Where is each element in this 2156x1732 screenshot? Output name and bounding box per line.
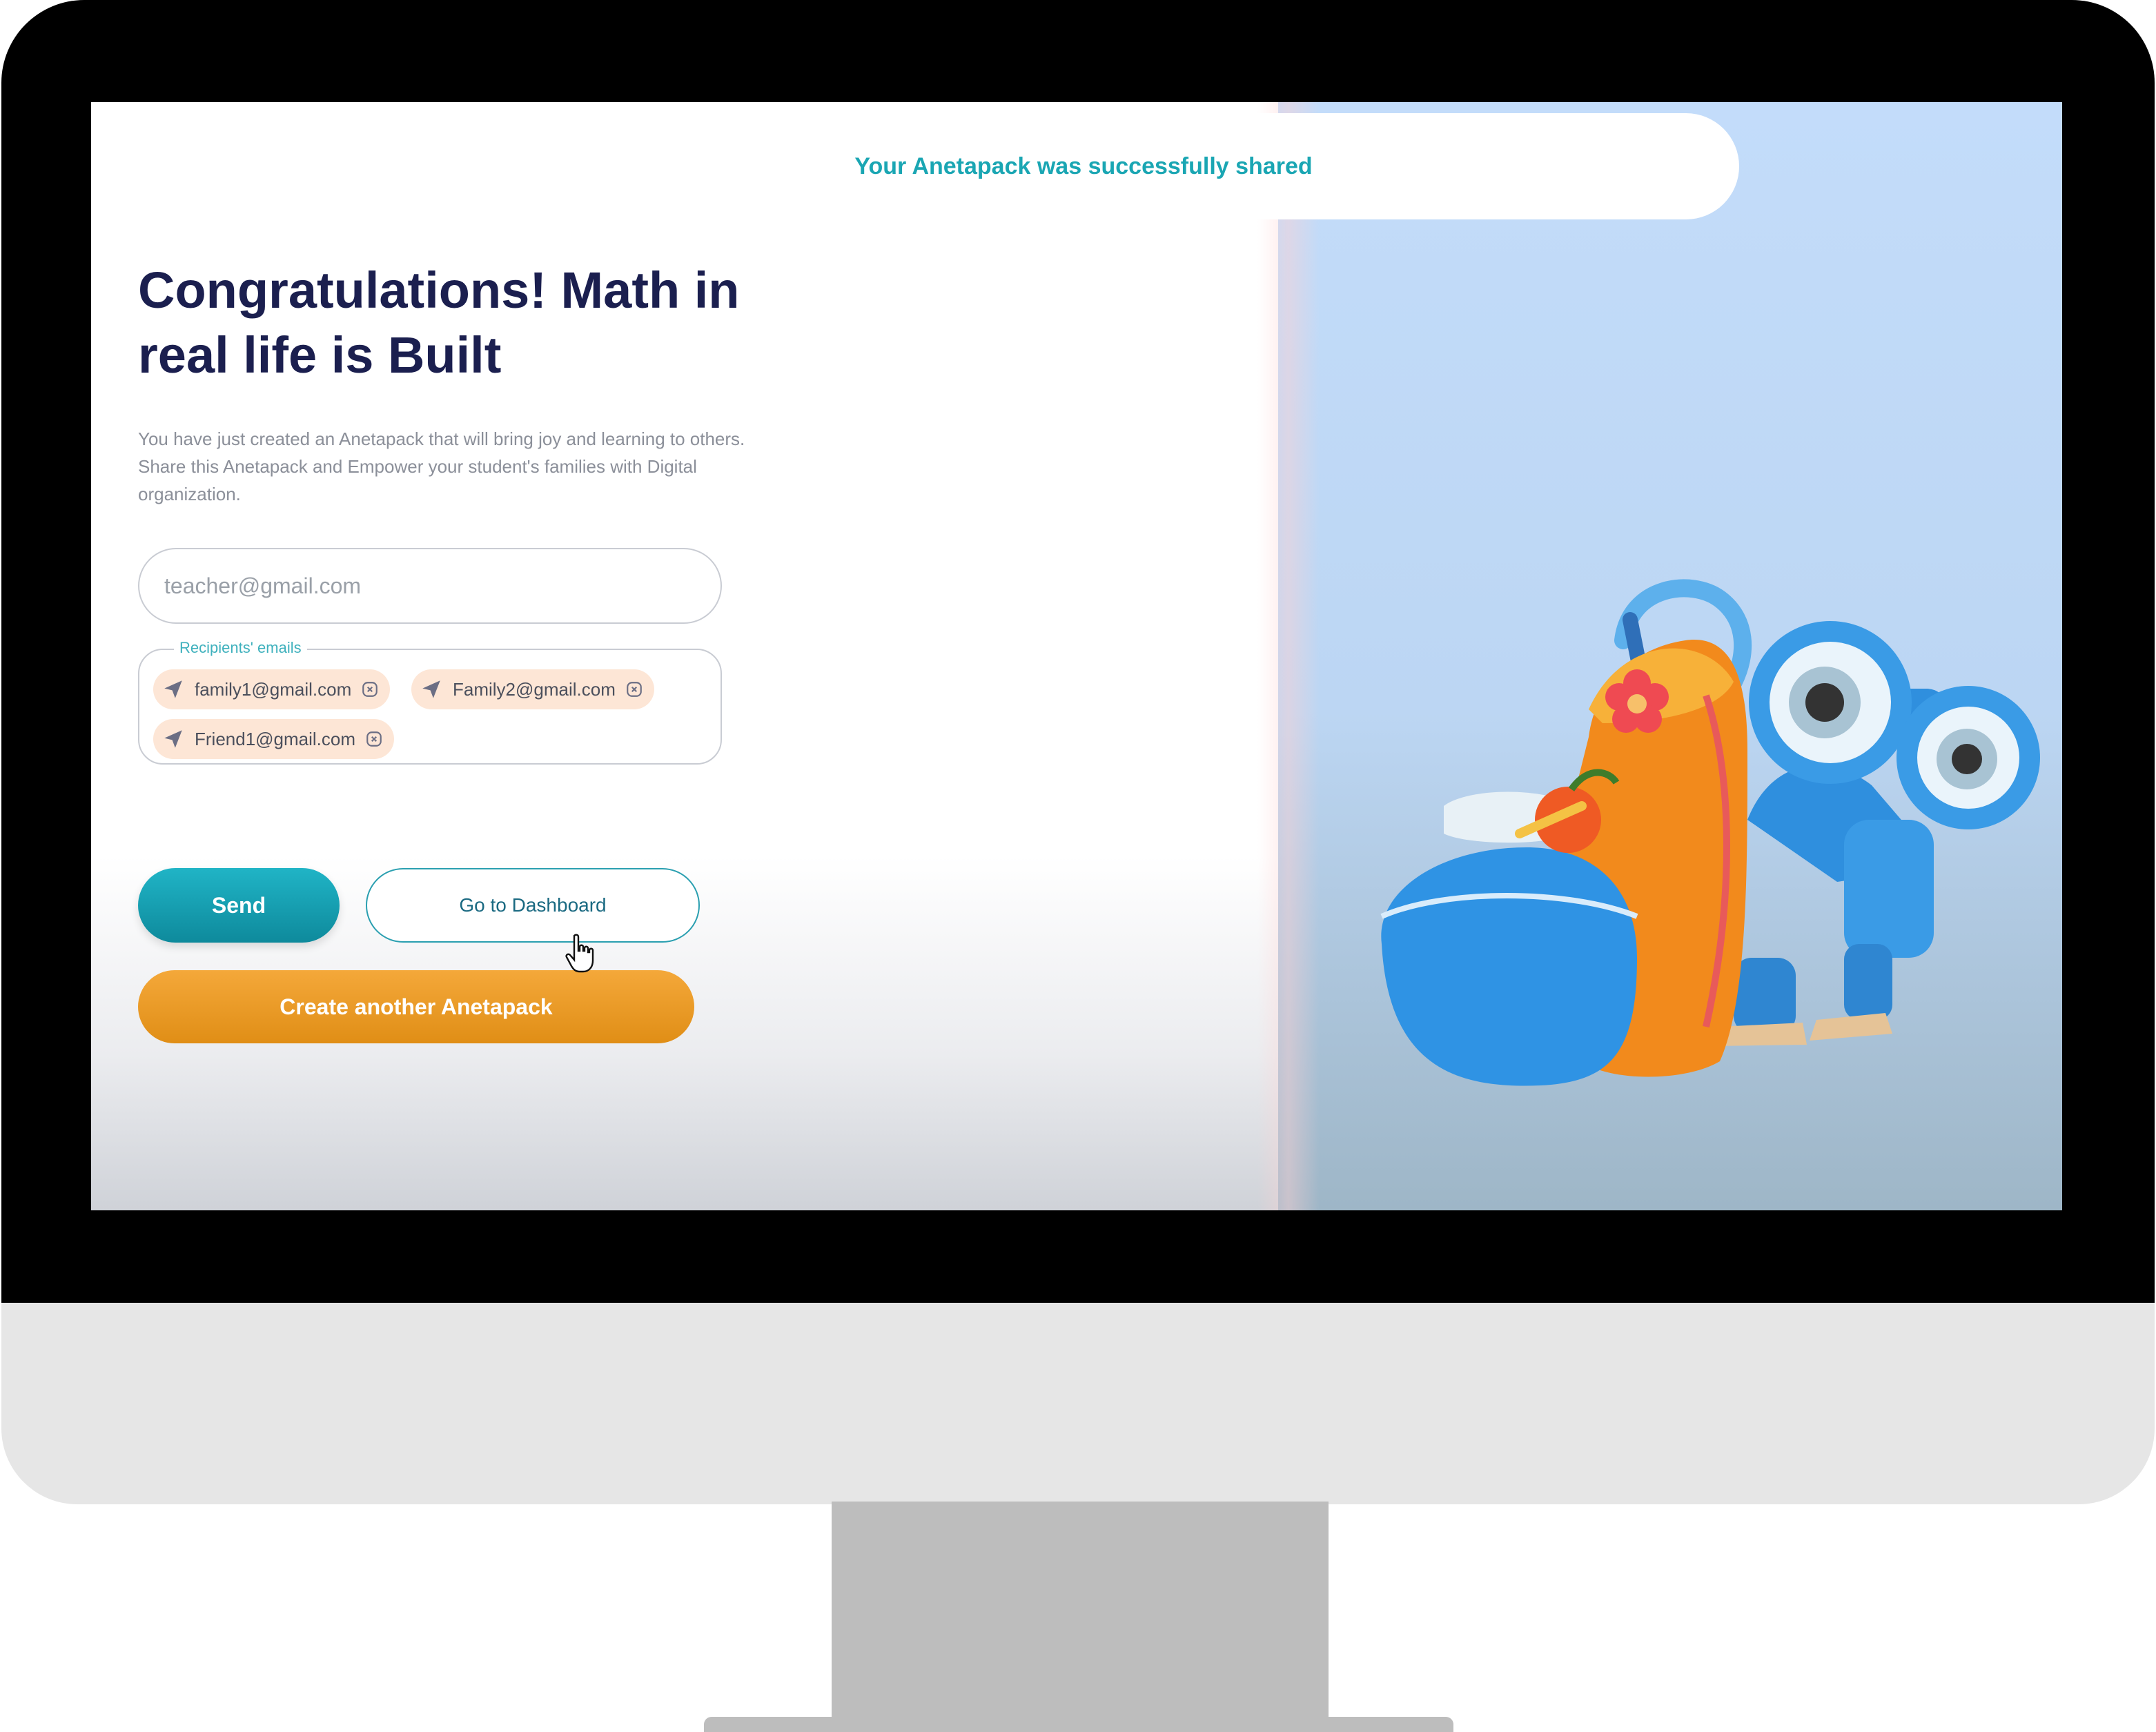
close-icon[interactable] bbox=[625, 680, 643, 698]
close-icon[interactable] bbox=[365, 730, 383, 748]
monitor-stand-foot bbox=[704, 1717, 1453, 1732]
sender-email-input[interactable] bbox=[138, 548, 722, 624]
recipient-email: Friend1@gmail.com bbox=[195, 728, 356, 749]
screen: Your Anetapack was successfully shared C… bbox=[91, 102, 2062, 1210]
recipient-chip: Family2@gmail.com bbox=[411, 669, 654, 709]
page-title: Congratulations! Math in real life is Bu… bbox=[138, 262, 740, 384]
pane-divider bbox=[1257, 102, 1320, 1210]
monitor-stand bbox=[832, 1502, 1329, 1729]
recipients-legend: Recipients' emails bbox=[174, 639, 307, 657]
monitor-chin bbox=[1, 1303, 2155, 1504]
toast-message: Your Anetapack was successfully shared bbox=[854, 152, 1313, 179]
hand-cursor-icon bbox=[565, 934, 594, 973]
create-another-anetapack-button[interactable]: Create another Anetapack bbox=[138, 970, 694, 1043]
backpack-robot-illustration bbox=[1380, 579, 2040, 1086]
recipient-email: family1@gmail.com bbox=[195, 678, 352, 700]
send-icon bbox=[164, 680, 182, 698]
page-description: You have just created an Anetapack that … bbox=[138, 429, 745, 504]
close-icon[interactable] bbox=[361, 680, 379, 698]
success-toast: Your Anetapack was successfully shared bbox=[428, 113, 1739, 219]
recipient-chip: family1@gmail.com bbox=[153, 669, 391, 709]
recipient-email: Family2@gmail.com bbox=[453, 678, 616, 700]
send-icon bbox=[164, 730, 182, 748]
send-button[interactable]: Send bbox=[138, 868, 340, 943]
recipient-chip: Friend1@gmail.com bbox=[153, 719, 395, 759]
go-to-dashboard-button[interactable]: Go to Dashboard bbox=[366, 868, 700, 943]
recipients-field[interactable]: Recipients' emails family1@gmail.com Fam… bbox=[138, 639, 722, 765]
send-icon bbox=[422, 680, 440, 698]
